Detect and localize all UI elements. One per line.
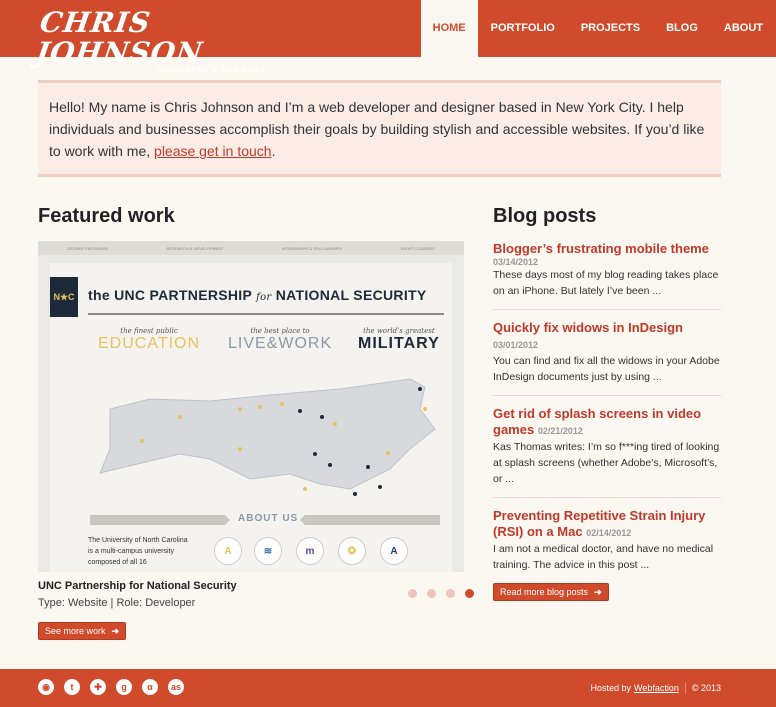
nc-map bbox=[99, 378, 436, 496]
post-title-link[interactable]: Get rid of splash screens in video games bbox=[493, 406, 701, 437]
intro-end: . bbox=[271, 143, 276, 159]
post-excerpt: Kas Thomas writes: I’m so f***ing tired … bbox=[493, 441, 720, 485]
campus-badge-icon: A bbox=[214, 537, 242, 565]
blog-post: Blogger’s frustrating mobile theme 03/14… bbox=[493, 241, 721, 310]
button-label: Read more blog posts bbox=[500, 587, 589, 597]
lastfm-icon[interactable]: as bbox=[168, 679, 184, 695]
host-link[interactable]: Webfaction bbox=[634, 683, 679, 693]
screenshot-nav-item: DEGREE PROGRAMS bbox=[67, 245, 109, 251]
unc-logo: N★C bbox=[50, 277, 78, 317]
screenshot-nav-item: RESEARCH & DEVELOPMENT bbox=[166, 245, 224, 251]
blog-post: Quickly fix widows in InDesign 03/01/201… bbox=[493, 320, 721, 396]
nav-home[interactable]: HOME bbox=[420, 0, 478, 57]
delicious-icon[interactable]: ✚ bbox=[90, 679, 106, 695]
pillar-label: MILITARY bbox=[358, 335, 440, 352]
about-us-text: The University of North Carolina is a mu… bbox=[88, 537, 188, 566]
intro-box: Hello! My name is Chris Johnson and I’m … bbox=[38, 80, 721, 177]
footer-credits: Hosted by Webfaction © 2013 bbox=[590, 682, 721, 694]
nav-projects[interactable]: PROJECTS bbox=[568, 0, 653, 57]
project-title: UNC Partnership for National Security bbox=[38, 580, 237, 592]
blog-post-list: Blogger’s frustrating mobile theme 03/14… bbox=[493, 241, 721, 593]
main-nav: HOME PORTFOLIO PROJECTS BLOG ABOUT bbox=[420, 0, 776, 57]
button-label: See more work bbox=[45, 626, 106, 636]
arrow-right-icon: ➜ bbox=[594, 587, 602, 597]
pillar-caption: the world’s greatest bbox=[363, 327, 435, 335]
post-date: 02/21/2012 bbox=[537, 426, 583, 436]
post-date: 02/14/2012 bbox=[586, 528, 632, 538]
nav-portfolio[interactable]: PORTFOLIO bbox=[478, 0, 568, 57]
nav-blog[interactable]: BLOG bbox=[653, 0, 711, 57]
slider-dot-2[interactable] bbox=[427, 589, 436, 598]
pillar-live-work: the best place to LIVE&WORK bbox=[228, 327, 332, 353]
pillar-label: LIVE&WORK bbox=[228, 335, 333, 352]
slider-dot-4[interactable] bbox=[465, 589, 474, 598]
site-logo[interactable]: Chris Johnson DEVELOPER & DESIGNER bbox=[34, 6, 268, 74]
footer-divider bbox=[684, 682, 686, 694]
post-excerpt: I am not a medical doctor, and have no m… bbox=[493, 543, 714, 571]
slider-dot-1[interactable] bbox=[408, 589, 417, 598]
post-date: 03/14/2012 bbox=[493, 257, 539, 267]
pillar-caption: the best place to bbox=[250, 327, 310, 335]
site-footer: ◉ t ✚ g α as Hosted by Webfaction © 2013 bbox=[0, 669, 776, 707]
post-excerpt: These days most of my blog reading takes… bbox=[493, 269, 719, 297]
contact-link[interactable]: please get in touch bbox=[154, 143, 272, 159]
campus-badge-icon: m bbox=[296, 537, 324, 565]
about-us-row: ABOUT US bbox=[90, 513, 440, 527]
project-meta: Type: Website | Role: Developer bbox=[38, 597, 196, 609]
post-title-link[interactable]: Blogger’s frustrating mobile theme bbox=[493, 241, 721, 257]
screenshot-nav-item: INTERNSHIPS & FELLOWSHIPS bbox=[281, 245, 343, 251]
screenshot-card: N★C the UNC PARTNERSHIP for NATIONAL SEC… bbox=[50, 263, 452, 572]
post-title-line: Preventing Repetitive Strain Injury (RSI… bbox=[493, 508, 721, 541]
screenshot-title: the UNC PARTNERSHIP for NATIONAL SECURIT… bbox=[88, 287, 427, 303]
see-more-work-button[interactable]: See more work ➜ bbox=[38, 622, 127, 640]
pillar-label: EDUCATION bbox=[98, 335, 201, 352]
post-title-line: Quickly fix widows in InDesign 03/01/201… bbox=[493, 320, 721, 353]
campus-badge-icon: A bbox=[380, 537, 408, 565]
site-header: Chris Johnson DEVELOPER & DESIGNER HOME … bbox=[0, 0, 776, 74]
nav-about[interactable]: ABOUT bbox=[711, 0, 776, 57]
post-title-line: Get rid of splash screens in video games… bbox=[493, 406, 721, 439]
screenshot-nav: DEGREE PROGRAMS RESEARCH & DEVELOPMENT I… bbox=[38, 241, 464, 255]
pillar-education: the finest public EDUCATION bbox=[98, 327, 200, 353]
featured-screenshot[interactable]: DEGREE PROGRAMS RESEARCH & DEVELOPMENT I… bbox=[38, 241, 464, 572]
screenshot-divider bbox=[88, 313, 444, 315]
campus-badge-icon: ✪ bbox=[338, 537, 366, 565]
screenshot-title-for: for bbox=[256, 292, 272, 303]
slider-dots bbox=[408, 589, 474, 598]
screenshot-title-part: the UNC PARTNERSHIP bbox=[88, 287, 252, 303]
campus-badge-icon: ≋ bbox=[254, 537, 282, 565]
pillar-caption: the finest public bbox=[120, 327, 178, 335]
about-us-label: ABOUT US bbox=[238, 513, 299, 524]
twitter-icon[interactable]: t bbox=[64, 679, 80, 695]
arrow-right-icon: ➜ bbox=[111, 626, 120, 636]
post-date: 03/01/2012 bbox=[493, 340, 539, 350]
featured-heading: Featured work bbox=[38, 205, 175, 227]
pillar-military: the world’s greatest MILITARY bbox=[358, 327, 440, 353]
hosted-by-label: Hosted by bbox=[590, 683, 631, 693]
slider-dot-3[interactable] bbox=[446, 589, 455, 598]
rss-icon[interactable]: ◉ bbox=[38, 679, 54, 695]
copyright: © 2013 bbox=[691, 683, 721, 693]
blog-post: Preventing Repetitive Strain Injury (RSI… bbox=[493, 508, 721, 583]
intro-text: Hello! My name is Chris Johnson and I’m … bbox=[49, 99, 705, 159]
blog-heading: Blog posts bbox=[493, 205, 597, 227]
post-excerpt: You can find and fix all the widows in y… bbox=[493, 355, 720, 383]
screenshot-title-part: NATIONAL SECURITY bbox=[275, 287, 427, 303]
app-net-icon[interactable]: α bbox=[142, 679, 158, 695]
screenshot-nav-item: SHORT COURSES bbox=[400, 245, 435, 251]
blog-post: Get rid of splash screens in video games… bbox=[493, 406, 721, 498]
logo-name: Chris Johnson bbox=[33, 6, 206, 69]
social-links: ◉ t ✚ g α as bbox=[38, 679, 184, 695]
post-title-link[interactable]: Quickly fix widows in InDesign bbox=[493, 320, 683, 335]
google-icon[interactable]: g bbox=[116, 679, 132, 695]
read-more-blog-button[interactable]: Read more blog posts ➜ bbox=[493, 583, 609, 601]
